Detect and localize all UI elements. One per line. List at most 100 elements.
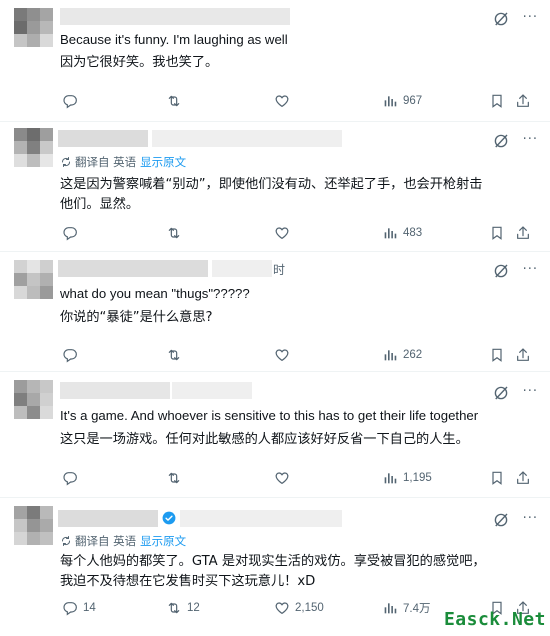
post-actions: 1,195 xyxy=(62,469,532,487)
grok-icon[interactable] xyxy=(492,262,510,280)
reply-count: 14 xyxy=(83,602,96,614)
repost-icon xyxy=(166,93,182,109)
views-button[interactable]: 7.4万 xyxy=(382,599,431,617)
views-icon xyxy=(382,470,398,486)
view-count: 7.4万 xyxy=(403,603,431,615)
redacted-username xyxy=(58,510,158,527)
bookmark-button[interactable] xyxy=(489,346,505,364)
repost-button[interactable]: 12 xyxy=(166,599,200,617)
post-actions: 967 xyxy=(62,92,532,110)
grok-icon[interactable] xyxy=(492,132,510,150)
share-button[interactable] xyxy=(515,92,531,110)
post-text-translated: 每个人他妈的都笑了。GTA 是对现实生活的戏仿。享受被冒犯的感觉吧，我迫不及待想… xyxy=(60,554,486,589)
post-actions: 483 xyxy=(62,224,532,242)
grok-icon[interactable] xyxy=(492,384,510,402)
like-count: 2,150 xyxy=(295,602,324,614)
post-2[interactable]: ··· 翻译自 英语 显示原文 这是因为警察喊着“别动”，即使他们没有动、还举起了… xyxy=(0,122,550,252)
post-1[interactable]: ··· Because it's funny. I'm laughing as … xyxy=(0,0,550,122)
post-text-original: what do you mean "thugs"????? xyxy=(60,286,250,301)
more-icon[interactable]: ··· xyxy=(523,133,538,147)
like-button[interactable]: 2,150 xyxy=(274,599,324,617)
views-button[interactable]: 262 xyxy=(382,346,422,364)
like-button[interactable] xyxy=(274,469,295,487)
avatar[interactable] xyxy=(14,380,54,420)
reply-icon xyxy=(62,225,78,241)
share-button[interactable] xyxy=(515,224,531,242)
post-4[interactable]: ··· It's a game. And whoever is sensitiv… xyxy=(0,372,550,496)
post-text-original: Because it's funny. I'm laughing as well xyxy=(60,32,288,47)
more-icon[interactable]: ··· xyxy=(523,11,538,25)
reply-button[interactable] xyxy=(62,224,83,242)
views-button[interactable]: 967 xyxy=(382,92,422,110)
reply-button[interactable] xyxy=(62,92,83,110)
translate-icon xyxy=(60,156,72,168)
like-button[interactable] xyxy=(274,224,295,242)
like-icon xyxy=(274,347,290,363)
watermark: Easck.Net xyxy=(443,609,546,630)
repost-button[interactable] xyxy=(166,469,187,487)
show-original-link[interactable]: 显示原文 xyxy=(140,155,186,169)
repost-button[interactable] xyxy=(166,346,187,364)
like-button[interactable] xyxy=(274,92,295,110)
views-icon xyxy=(382,225,398,241)
repost-button[interactable] xyxy=(166,92,187,110)
bookmark-button[interactable] xyxy=(489,469,505,487)
reply-icon xyxy=(62,93,78,109)
reply-icon xyxy=(62,347,78,363)
bookmark-icon xyxy=(489,470,505,486)
avatar[interactable] xyxy=(14,8,54,48)
repost-icon xyxy=(166,225,182,241)
views-button[interactable]: 1,195 xyxy=(382,469,432,487)
share-icon xyxy=(515,93,531,109)
repost-icon xyxy=(166,600,182,616)
views-button[interactable]: 483 xyxy=(382,224,422,242)
avatar[interactable] xyxy=(14,128,54,168)
views-icon xyxy=(382,93,398,109)
more-icon[interactable]: ··· xyxy=(523,263,538,277)
redacted-username xyxy=(60,8,290,25)
translation-notice: 翻译自 英语 显示原文 xyxy=(60,534,186,548)
views-icon xyxy=(382,600,398,616)
avatar[interactable] xyxy=(14,260,54,300)
repost-count: 12 xyxy=(187,602,200,614)
redacted-handle xyxy=(212,260,272,277)
reply-button[interactable] xyxy=(62,346,83,364)
more-icon[interactable]: ··· xyxy=(523,512,538,526)
share-icon xyxy=(515,470,531,486)
reply-icon xyxy=(62,600,78,616)
repost-button[interactable] xyxy=(166,224,187,242)
bookmark-icon xyxy=(489,347,505,363)
translation-notice: 翻译自 英语 显示原文 xyxy=(60,155,186,169)
bookmark-button[interactable] xyxy=(489,224,505,242)
share-icon xyxy=(515,225,531,241)
like-button[interactable] xyxy=(274,346,295,364)
like-icon xyxy=(274,93,290,109)
redacted-handle xyxy=(172,382,252,399)
share-icon xyxy=(515,347,531,363)
more-icon[interactable]: ··· xyxy=(523,385,538,399)
post-3[interactable]: 时 ··· what do you mean "thugs"????? 你说的“… xyxy=(0,252,550,370)
like-icon xyxy=(274,225,290,241)
views-icon xyxy=(382,347,398,363)
grok-icon[interactable] xyxy=(492,10,510,28)
post-text-original: It's a game. And whoever is sensitive to… xyxy=(60,408,479,423)
reply-button[interactable]: 14 xyxy=(62,599,96,617)
bookmark-icon xyxy=(489,93,505,109)
share-button[interactable] xyxy=(515,469,531,487)
redacted-handle xyxy=(152,130,342,147)
avatar[interactable] xyxy=(14,506,54,546)
show-original-link[interactable]: 显示原文 xyxy=(140,534,186,548)
post-text-translated: 这是因为警察喊着“别动”，即使他们没有动、还举起了手，也会开枪射击他们。显然。 xyxy=(60,177,483,212)
post-text-translated: 你说的“暴徒”是什么意思? xyxy=(60,310,213,325)
grok-icon[interactable] xyxy=(492,511,510,529)
bookmark-button[interactable] xyxy=(489,92,505,110)
share-button[interactable] xyxy=(515,346,531,364)
post-text-translated: 这只是一场游戏。任何对此敏感的人都应该好好反省一下自己的人生。 xyxy=(60,432,469,447)
repost-icon xyxy=(166,347,182,363)
post-time-fragment: 时 xyxy=(273,263,286,277)
reply-icon xyxy=(62,470,78,486)
redacted-username xyxy=(58,130,148,147)
translate-icon xyxy=(60,535,72,547)
reply-button[interactable] xyxy=(62,469,83,487)
redacted-handle xyxy=(180,510,342,527)
